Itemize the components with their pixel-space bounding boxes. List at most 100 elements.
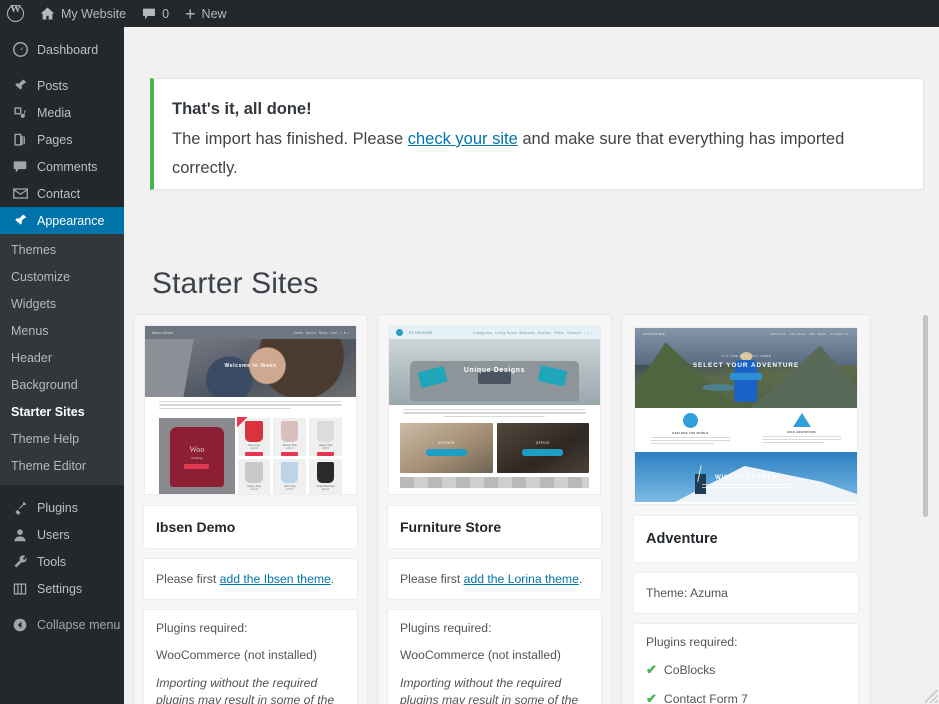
card-title-panel: Adventure bbox=[634, 516, 858, 562]
wordpress-logo-menu[interactable] bbox=[0, 0, 32, 27]
sidebar-subitem-theme-help[interactable]: Theme Help bbox=[0, 426, 124, 453]
starter-site-card[interactable]: ADVENTURE About Us The Team Our Tours Co… bbox=[622, 315, 870, 704]
sidebar-label: Contact bbox=[37, 186, 81, 201]
thumb-hero-text: SELECT YOUR ADVENTURE bbox=[692, 361, 800, 369]
sidebar-label: Plugins bbox=[37, 500, 78, 515]
sidebar-subitem-themes[interactable]: Themes bbox=[0, 237, 124, 264]
sidebar-item-comments[interactable]: Comments bbox=[0, 153, 124, 180]
plugin-label: WooCommerce (not installed) bbox=[156, 648, 317, 662]
sidebar-subitem-background[interactable]: Background bbox=[0, 372, 124, 399]
new-label: New bbox=[201, 6, 227, 21]
globe-icon bbox=[683, 413, 698, 428]
thumb-tiles: KITCHEN OFFICE bbox=[389, 421, 600, 473]
dashboard-icon bbox=[10, 42, 30, 57]
notice-heading: That's it, all done! bbox=[172, 100, 312, 118]
plugins-heading: Plugins required: bbox=[400, 621, 492, 635]
sidebar-subitem-starter-sites[interactable]: Starter Sites bbox=[0, 399, 124, 426]
add-theme-link[interactable]: add the Ibsen theme bbox=[220, 572, 331, 586]
thumb-navbar: FS DESIGNS Categories Living Room Bedroo… bbox=[389, 326, 600, 339]
starter-sites-grid: Ibsen Demo Home About Shop Cart ⌕ ♥ ▾ We… bbox=[134, 315, 939, 704]
notice-text-before: The import has finished. Please bbox=[172, 130, 408, 148]
appearance-icon bbox=[10, 213, 30, 228]
sidebar-item-contact[interactable]: Contact bbox=[0, 180, 124, 207]
wordpress-logo-icon bbox=[7, 3, 24, 22]
card-theme-line: Theme: Azuma bbox=[634, 573, 858, 613]
add-theme-link[interactable]: add the Lorina theme bbox=[464, 572, 579, 586]
card-plugins-panel: Plugins required: WooCommerce (not insta… bbox=[144, 610, 357, 704]
thumb-tile: OFFICE bbox=[496, 422, 589, 473]
pin-icon bbox=[10, 78, 30, 93]
sidebar-label: Media bbox=[37, 105, 72, 120]
plugin-label: Contact Form 7 bbox=[663, 692, 748, 704]
adventure-thumbnail[interactable]: ADVENTURE About Us The Team Our Tours Co… bbox=[634, 327, 858, 505]
thumb-brand: FS DESIGNS bbox=[409, 330, 433, 335]
comment-icon bbox=[10, 160, 30, 174]
sidebar-label: Appearance bbox=[37, 213, 105, 228]
theme-notice-after: . bbox=[578, 572, 583, 586]
sidebar-item-plugins[interactable]: Plugins bbox=[0, 494, 124, 521]
thumb-winter-title: WINTER SPORTS bbox=[715, 475, 777, 481]
collapse-icon bbox=[10, 618, 30, 632]
sidebar-item-dashboard[interactable]: Dashboard bbox=[0, 36, 124, 63]
thumb-paragraph bbox=[145, 397, 356, 415]
sidebar-label: Pages bbox=[37, 132, 73, 147]
thumb-paragraph bbox=[389, 405, 600, 421]
admin-bar: My Website 0 + New bbox=[0, 0, 939, 27]
sidebar-item-tools[interactable]: Tools bbox=[0, 548, 124, 575]
starter-site-card[interactable]: FS DESIGNS Categories Living Room Bedroo… bbox=[378, 315, 611, 704]
window-resize-grip[interactable] bbox=[925, 690, 938, 703]
vertical-scrollbar[interactable] bbox=[923, 315, 928, 704]
thumb-winter-section: WINTER SPORTS bbox=[635, 452, 857, 502]
sidebar-subitem-widgets[interactable]: Widgets bbox=[0, 291, 124, 318]
sidebar-subitem-customize[interactable]: Customize bbox=[0, 264, 124, 291]
thumb-features: EXPLORE THE WORLD HIKE ADVENTURE bbox=[635, 408, 857, 452]
sidebar-subitem-menus[interactable]: Menus bbox=[0, 318, 124, 345]
thumb-tile: KITCHEN bbox=[400, 422, 493, 473]
check-icon: ✔ bbox=[646, 691, 657, 704]
site-name-menu[interactable]: My Website bbox=[32, 0, 134, 27]
sidebar-item-posts[interactable]: Posts bbox=[0, 72, 124, 99]
plugin-row: ✔ Contact Form 7 bbox=[646, 691, 846, 704]
envelope-icon bbox=[10, 186, 30, 201]
collapse-menu-button[interactable]: Collapse menu bbox=[0, 611, 124, 638]
sliders-icon bbox=[10, 582, 30, 596]
scrollbar-thumb[interactable] bbox=[923, 315, 928, 517]
site-name-label: My Website bbox=[61, 6, 127, 21]
theme-notice-before: Please first bbox=[156, 572, 220, 586]
card-title: Furniture Store bbox=[400, 519, 502, 535]
thumb-product: Happy Ship £35.00 bbox=[309, 417, 342, 456]
furniture-store-thumbnail[interactable]: FS DESIGNS Categories Living Room Bedroo… bbox=[388, 325, 601, 495]
sidebar-item-appearance[interactable]: Appearance bbox=[0, 207, 132, 234]
thumb-product: Beanie Ship £20.00 bbox=[273, 417, 307, 456]
wrench-icon bbox=[10, 554, 30, 569]
check-your-site-link[interactable]: check your site bbox=[408, 130, 518, 148]
theme-name: Theme: Azuma bbox=[646, 586, 728, 600]
card-theme-notice: Please first add the Lorina theme. bbox=[388, 559, 601, 599]
thumb-product: Woo Ship £15.00 bbox=[273, 458, 307, 494]
thumb-product: Happy Ship £18.00 bbox=[237, 458, 271, 494]
sidebar-subitem-header[interactable]: Header bbox=[0, 345, 124, 372]
sidebar-item-settings[interactable]: Settings bbox=[0, 575, 124, 602]
new-content-menu[interactable]: + New bbox=[177, 0, 235, 27]
comments-menu[interactable]: 0 bbox=[134, 0, 177, 27]
card-theme-notice: Please first add the Ibsen theme. bbox=[144, 559, 357, 599]
appearance-submenu: Themes Customize Widgets Menus Header Ba… bbox=[0, 234, 124, 485]
ibsen-demo-thumbnail[interactable]: Ibsen Demo Home About Shop Cart ⌕ ♥ ▾ We… bbox=[144, 325, 357, 495]
starter-site-card[interactable]: Ibsen Demo Home About Shop Cart ⌕ ♥ ▾ We… bbox=[134, 315, 367, 704]
card-title: Ibsen Demo bbox=[156, 519, 236, 535]
thumb-brand: Ibsen Demo bbox=[152, 330, 174, 335]
sidebar-subitem-theme-editor[interactable]: Theme Editor bbox=[0, 453, 124, 480]
thumb-product: Woo Logo £19.00 bbox=[236, 416, 271, 456]
thumb-feature: HIKE ADVENTURE bbox=[746, 408, 857, 452]
user-icon bbox=[10, 528, 30, 542]
sidebar-item-pages[interactable]: Pages bbox=[0, 126, 124, 153]
plugin-label: CoBlocks bbox=[663, 663, 716, 677]
plugin-row: WooCommerce (not installed) bbox=[156, 648, 345, 662]
theme-notice-before: Please first bbox=[400, 572, 464, 586]
thumb-hero: ADVENTURE About Us The Team Our Tours Co… bbox=[635, 328, 857, 408]
sidebar-label: Tools bbox=[37, 554, 67, 569]
card-title-panel: Furniture Store bbox=[388, 506, 601, 548]
plugins-heading: Plugins required: bbox=[156, 621, 248, 635]
sidebar-item-media[interactable]: Media bbox=[0, 99, 124, 126]
sidebar-item-users[interactable]: Users bbox=[0, 521, 124, 548]
